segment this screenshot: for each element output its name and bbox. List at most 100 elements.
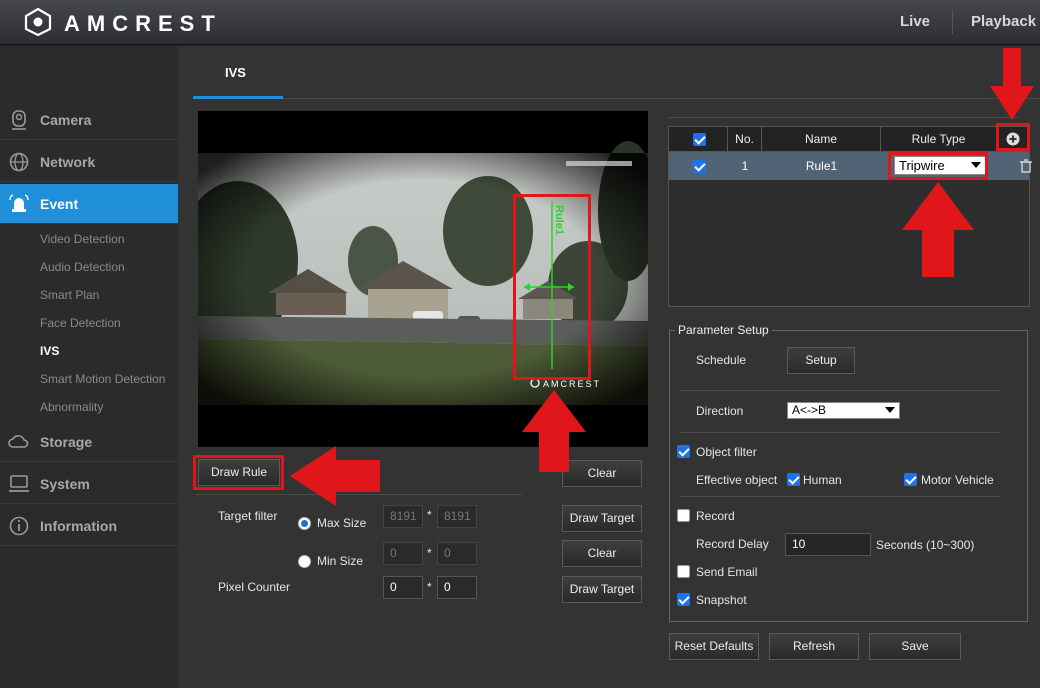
schedule-setup-button[interactable]: Setup bbox=[787, 347, 855, 374]
object-filter-label: Object filter bbox=[696, 445, 757, 459]
subitem-smart-motion-detection[interactable]: Smart Motion Detection bbox=[40, 372, 165, 386]
playback-link[interactable]: Playback bbox=[971, 13, 1036, 30]
target-filter-label: Target filter bbox=[218, 509, 278, 523]
direction-label: Direction bbox=[696, 404, 744, 418]
subitem-ivs[interactable]: IVS bbox=[40, 344, 59, 358]
row-check-cell bbox=[669, 152, 728, 180]
arrow-up-icon bbox=[522, 390, 586, 472]
snapshot-label: Snapshot bbox=[696, 593, 747, 607]
tab-ivs[interactable]: IVS bbox=[193, 46, 283, 99]
clear-target-button[interactable]: Clear bbox=[562, 540, 642, 567]
table-header: No. Name Rule Type bbox=[669, 127, 1029, 152]
pixel-height-input[interactable]: 0 bbox=[437, 576, 477, 599]
row-no: 1 bbox=[741, 159, 749, 173]
top-separator bbox=[952, 10, 953, 34]
pixel-width-input[interactable]: 0 bbox=[383, 576, 423, 599]
trash-icon[interactable] bbox=[1020, 159, 1032, 173]
header-no: No. bbox=[728, 127, 762, 152]
sidebar-item-label: Information bbox=[40, 518, 117, 534]
chevron-down-icon bbox=[885, 407, 895, 413]
direction-select[interactable]: A<->B bbox=[787, 402, 900, 419]
sidebar-item-label: Storage bbox=[40, 434, 93, 450]
alarm-icon bbox=[9, 194, 29, 212]
select-all-cell bbox=[669, 127, 728, 152]
subitem-smart-plan[interactable]: Smart Plan bbox=[40, 288, 99, 302]
divider bbox=[668, 117, 1020, 118]
sidebar-item-network[interactable]: Network bbox=[0, 142, 178, 182]
globe-icon bbox=[9, 152, 29, 172]
highlight-add-rule bbox=[996, 123, 1030, 151]
send-email-label: Send Email bbox=[696, 565, 758, 579]
record-delay-label: Record Delay bbox=[696, 537, 769, 551]
subitem-video-detection[interactable]: Video Detection bbox=[40, 232, 125, 246]
info-icon bbox=[9, 516, 29, 536]
draw-target-button-2[interactable]: Draw Target bbox=[562, 576, 642, 603]
pixel-counter-label: Pixel Counter bbox=[218, 580, 291, 594]
refresh-button[interactable]: Refresh bbox=[769, 633, 859, 660]
reset-defaults-button[interactable]: Reset Defaults bbox=[669, 633, 759, 660]
min-width-input[interactable]: 0 bbox=[383, 542, 423, 565]
sidebar-item-label: Network bbox=[40, 154, 96, 170]
highlight-rule-box bbox=[513, 194, 591, 380]
video-watermark: AMCREST bbox=[543, 379, 601, 389]
sidebar: Camera Network Event Video Detection Aud… bbox=[0, 46, 187, 688]
save-button[interactable]: Save bbox=[869, 633, 961, 660]
schedule-label: Schedule bbox=[696, 353, 747, 367]
divider bbox=[680, 390, 1000, 391]
highlight-draw-rule bbox=[193, 455, 284, 490]
camera-icon bbox=[12, 110, 26, 130]
record-delay-range: Seconds (10~300) bbox=[876, 538, 975, 552]
divider bbox=[680, 432, 1000, 433]
arrow-left-icon bbox=[290, 446, 380, 506]
sidebar-item-label: System bbox=[40, 476, 90, 492]
row-name: Rule1 bbox=[805, 159, 838, 173]
human-checkbox[interactable] bbox=[787, 473, 800, 486]
row-checkbox[interactable] bbox=[693, 160, 706, 173]
header-name: Name bbox=[762, 127, 881, 152]
max-size-radio[interactable] bbox=[298, 517, 311, 530]
subitem-abnormality[interactable]: Abnormality bbox=[40, 400, 103, 414]
arrow-up-icon bbox=[902, 182, 974, 277]
subitem-audio-detection[interactable]: Audio Detection bbox=[40, 260, 125, 274]
min-height-input[interactable]: 0 bbox=[437, 542, 477, 565]
object-filter-checkbox[interactable] bbox=[677, 445, 690, 458]
draw-target-button[interactable]: Draw Target bbox=[562, 505, 642, 532]
record-label: Record bbox=[696, 509, 735, 523]
amcrest-logo-icon bbox=[24, 8, 52, 36]
sidebar-item-system[interactable]: System bbox=[0, 464, 178, 504]
effective-object-label: Effective object bbox=[696, 473, 778, 487]
record-delay-input[interactable]: 10 bbox=[785, 533, 871, 556]
human-label: Human bbox=[803, 473, 842, 487]
motor-vehicle-checkbox[interactable] bbox=[904, 473, 917, 486]
min-size-radio[interactable] bbox=[298, 555, 311, 568]
sidebar-item-label: Event bbox=[40, 196, 79, 212]
select-all-checkbox[interactable] bbox=[693, 133, 706, 146]
top-bar: AMCREST Live Playback bbox=[0, 0, 1040, 45]
sidebar-item-event[interactable]: Event bbox=[0, 184, 187, 224]
brand-name: AMCREST bbox=[64, 11, 222, 36]
tab-label: IVS bbox=[225, 65, 246, 80]
times-sign: * bbox=[427, 546, 432, 560]
highlight-rule-type bbox=[888, 152, 988, 180]
cloud-icon bbox=[8, 435, 29, 448]
sidebar-item-information[interactable]: Information bbox=[0, 506, 178, 546]
max-width-input[interactable]: 8191 bbox=[383, 505, 423, 528]
sidebar-item-label: Camera bbox=[40, 112, 92, 128]
tab-bar: IVS bbox=[193, 46, 1040, 99]
send-email-checkbox[interactable] bbox=[677, 565, 690, 578]
header-rule-type: Rule Type bbox=[881, 127, 997, 152]
live-link[interactable]: Live bbox=[900, 13, 930, 30]
times-sign: * bbox=[427, 508, 432, 522]
times-sign: * bbox=[427, 580, 432, 594]
max-height-input[interactable]: 8191 bbox=[437, 505, 477, 528]
parameter-setup-legend: Parameter Setup bbox=[675, 323, 772, 337]
monitor-icon bbox=[9, 475, 29, 492]
min-size-label: Min Size bbox=[317, 554, 364, 568]
motor-vehicle-label: Motor Vehicle bbox=[921, 473, 994, 487]
record-checkbox[interactable] bbox=[677, 509, 690, 522]
snapshot-checkbox[interactable] bbox=[677, 593, 690, 606]
subitem-face-detection[interactable]: Face Detection bbox=[40, 316, 121, 330]
direction-value: A<->B bbox=[792, 403, 827, 417]
sidebar-item-storage[interactable]: Storage bbox=[0, 422, 178, 462]
sidebar-item-camera[interactable]: Camera bbox=[0, 100, 178, 140]
